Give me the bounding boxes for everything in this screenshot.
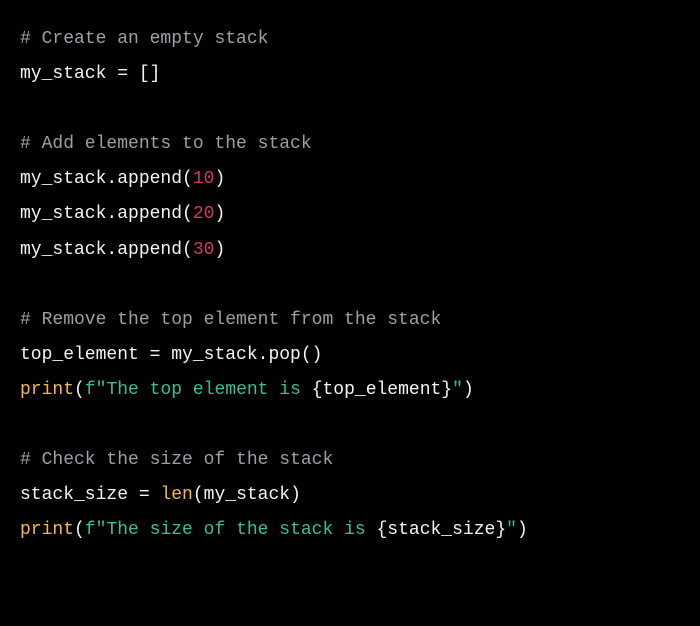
code-token: ): [214, 240, 225, 260]
code-line: stack_size = len(my_stack): [20, 485, 301, 505]
code-line: my_stack = []: [20, 64, 160, 84]
code-token: {top_element}: [312, 380, 452, 400]
code-token: ): [517, 520, 528, 540]
code-line: my_stack.append(30): [20, 240, 225, 260]
code-token: ": [506, 520, 517, 540]
code-token-comment: # Check the size of the stack: [20, 450, 333, 470]
code-token: 10: [193, 169, 215, 189]
code-line: top_element = my_stack.pop(): [20, 345, 322, 365]
code-token: my_stack.append(: [20, 169, 193, 189]
code-token: =: [150, 345, 161, 365]
code-token: =: [117, 64, 128, 84]
code-line: print(f"The top element is {top_element}…: [20, 380, 474, 400]
code-token: []: [128, 64, 160, 84]
code-line: print(f"The size of the stack is {stack_…: [20, 520, 528, 540]
code-token: my_stack.append(: [20, 204, 193, 224]
code-token: f: [85, 380, 96, 400]
code-block: # Create an empty stack my_stack = [] # …: [20, 22, 680, 548]
code-token: "The size of the stack is: [96, 520, 377, 540]
code-token: =: [139, 485, 150, 505]
code-token: (: [74, 380, 85, 400]
code-token: 30: [193, 240, 215, 260]
code-token-comment: # Create an empty stack: [20, 29, 268, 49]
code-token: f: [85, 520, 96, 540]
code-token: ): [463, 380, 474, 400]
code-token: top_element: [20, 345, 150, 365]
code-token: my_stack.pop(): [160, 345, 322, 365]
code-token: len: [160, 485, 192, 505]
code-token: my_stack: [20, 64, 117, 84]
code-line: my_stack.append(20): [20, 204, 225, 224]
code-token-comment: # Add elements to the stack: [20, 134, 312, 154]
code-token: stack_size: [20, 485, 139, 505]
code-token: ): [214, 169, 225, 189]
code-line: # Check the size of the stack: [20, 450, 333, 470]
code-token: {stack_size}: [377, 520, 507, 540]
code-token: print: [20, 380, 74, 400]
code-token: ": [452, 380, 463, 400]
code-token: [150, 485, 161, 505]
code-line: # Add elements to the stack: [20, 134, 312, 154]
code-token: (my_stack): [193, 485, 301, 505]
code-line: # Remove the top element from the stack: [20, 310, 441, 330]
code-token: ): [214, 204, 225, 224]
code-token: 20: [193, 204, 215, 224]
code-line: # Create an empty stack: [20, 29, 268, 49]
code-token: "The top element is: [96, 380, 312, 400]
code-token-comment: # Remove the top element from the stack: [20, 310, 441, 330]
code-token: (: [74, 520, 85, 540]
code-token: print: [20, 520, 74, 540]
code-line: my_stack.append(10): [20, 169, 225, 189]
code-token: my_stack.append(: [20, 240, 193, 260]
